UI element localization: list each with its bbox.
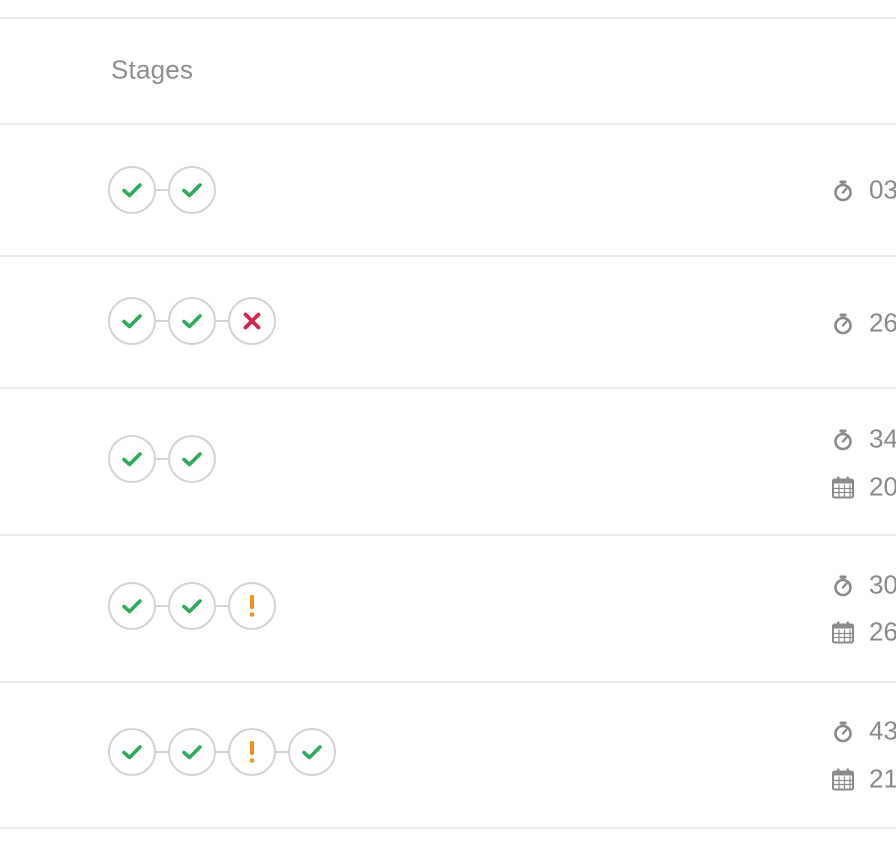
check-icon	[121, 448, 143, 470]
stage-status-warning[interactable]	[228, 582, 276, 630]
stopwatch-icon	[831, 311, 855, 335]
calendar-icon	[831, 475, 855, 499]
pipeline-row[interactable]: 03	[0, 125, 896, 255]
duration: 30	[831, 570, 896, 601]
check-icon	[181, 741, 203, 763]
stopwatch-icon	[831, 427, 855, 451]
stage-status-success[interactable]	[168, 166, 216, 214]
stage-status-success[interactable]	[108, 582, 156, 630]
duration-text: 26	[869, 307, 896, 338]
check-icon	[121, 741, 143, 763]
stopwatch-icon	[831, 719, 855, 743]
stage-status-success[interactable]	[168, 582, 216, 630]
stage-status-warning[interactable]	[228, 728, 276, 776]
exclamation-icon	[241, 595, 263, 617]
stage-connector	[216, 605, 228, 607]
stage-connector	[156, 605, 168, 607]
date-text: 21	[869, 763, 896, 794]
check-icon	[121, 310, 143, 332]
pipeline-stages	[108, 582, 276, 630]
pipeline-list: Stages 03 26 34 20 30 26 43 21	[0, 0, 896, 850]
stage-status-success[interactable]	[288, 728, 336, 776]
stage-connector	[216, 320, 228, 322]
check-icon	[181, 310, 203, 332]
stage-connector	[216, 751, 228, 753]
duration-text: 03	[869, 174, 896, 205]
date-text: 20	[869, 471, 896, 502]
duration: 43	[831, 716, 896, 747]
check-icon	[181, 179, 203, 201]
pipeline-row[interactable]: 26	[0, 257, 896, 387]
stage-status-success[interactable]	[108, 728, 156, 776]
finished-date: 20	[831, 472, 896, 503]
stage-status-success[interactable]	[168, 728, 216, 776]
calendar-icon	[831, 620, 855, 644]
duration: 03	[831, 175, 896, 206]
pipeline-row[interactable]: 30 26	[0, 536, 896, 681]
date-text: 26	[869, 616, 896, 647]
stage-status-success[interactable]	[108, 297, 156, 345]
stages-column-header: Stages	[111, 54, 194, 85]
check-icon	[181, 448, 203, 470]
table-header: Stages	[0, 19, 896, 123]
exclamation-icon	[241, 741, 263, 763]
pipeline-row[interactable]: 34 20	[0, 389, 896, 534]
duration: 34	[831, 424, 896, 455]
stage-status-success[interactable]	[168, 297, 216, 345]
duration-text: 43	[869, 715, 896, 746]
stopwatch-icon	[831, 573, 855, 597]
duration: 26	[831, 308, 896, 339]
stage-connector	[156, 751, 168, 753]
stopwatch-icon	[831, 178, 855, 202]
check-icon	[121, 595, 143, 617]
check-icon	[121, 179, 143, 201]
stage-status-success[interactable]	[168, 435, 216, 483]
pipeline-stages	[108, 435, 216, 483]
stage-status-success[interactable]	[108, 166, 156, 214]
check-icon	[181, 595, 203, 617]
pipeline-stages	[108, 166, 216, 214]
finished-date: 21	[831, 764, 896, 795]
stage-connector	[156, 458, 168, 460]
stage-status-failed[interactable]	[228, 297, 276, 345]
stage-connector	[156, 320, 168, 322]
check-icon	[301, 741, 323, 763]
pipeline-stages	[108, 297, 276, 345]
cross-icon	[241, 310, 263, 332]
duration-text: 34	[869, 423, 896, 454]
pipeline-row[interactable]: 43 21	[0, 682, 896, 827]
divider	[0, 827, 896, 829]
duration-text: 30	[869, 569, 896, 600]
pipeline-stages	[108, 728, 336, 776]
stage-connector	[156, 189, 168, 191]
finished-date: 26	[831, 617, 896, 648]
stage-status-success[interactable]	[108, 435, 156, 483]
stage-connector	[276, 751, 288, 753]
calendar-icon	[831, 767, 855, 791]
